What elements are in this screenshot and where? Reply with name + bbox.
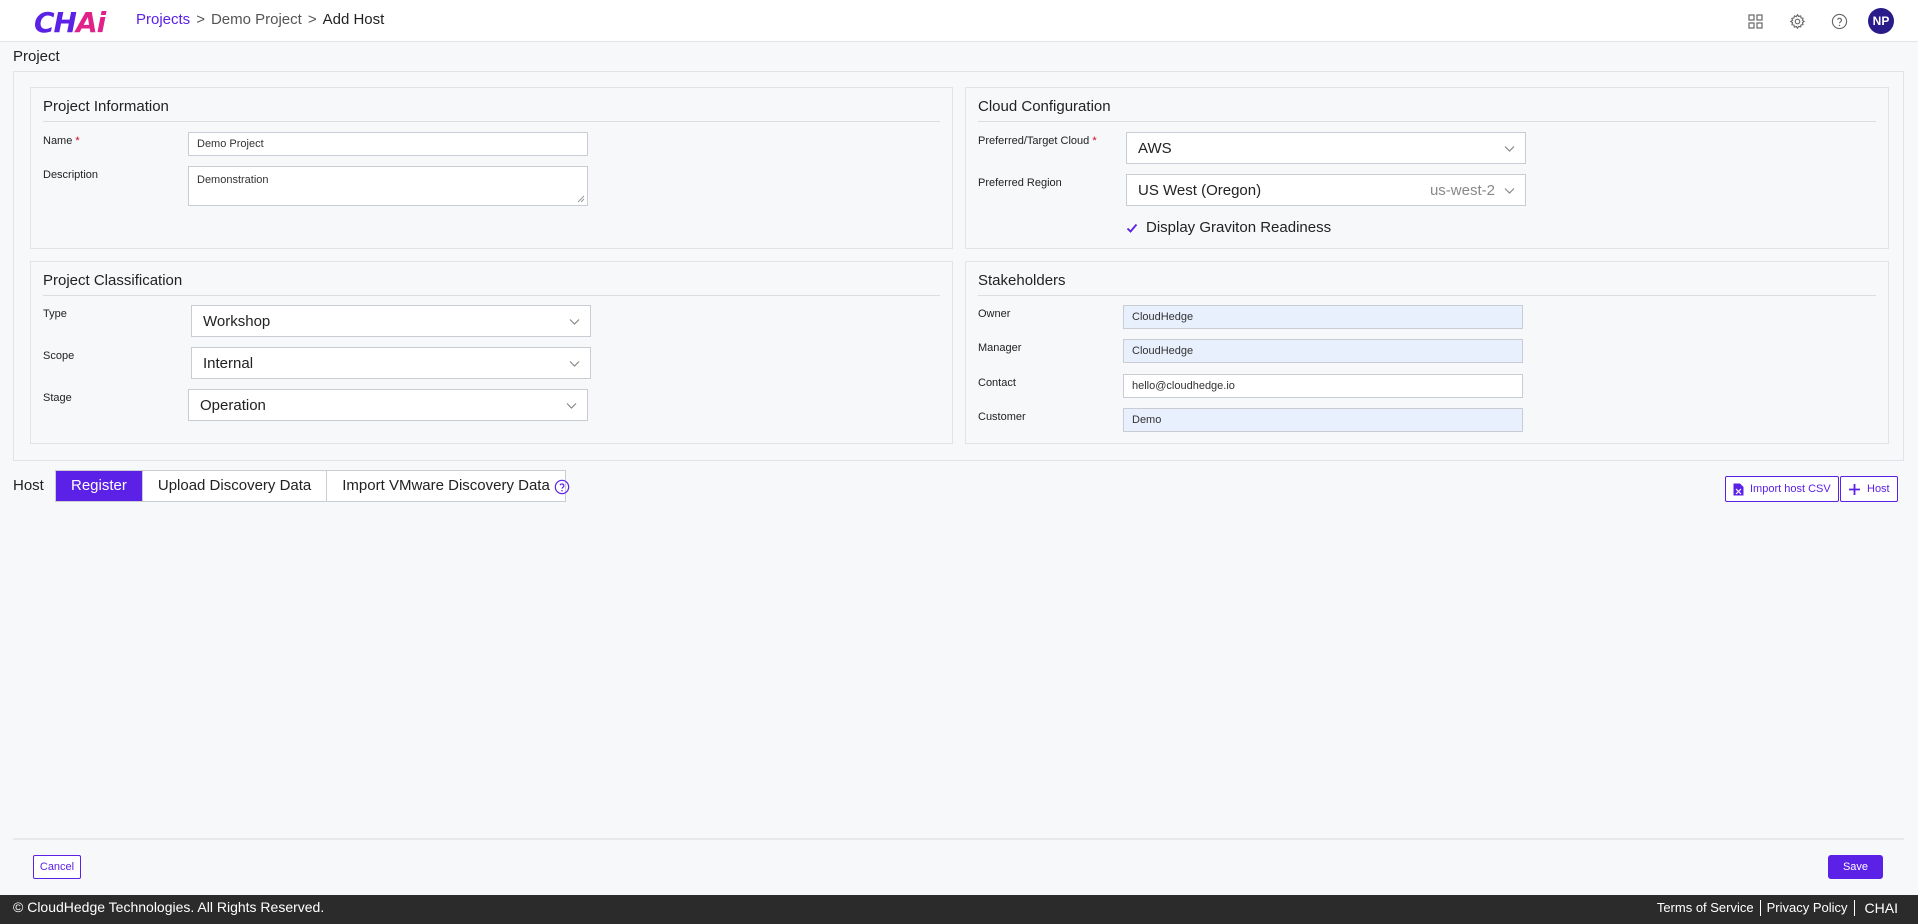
divider: [978, 121, 1876, 122]
chevron-down-icon: [1504, 188, 1515, 194]
chevron-down-icon: [566, 403, 577, 409]
name-input[interactable]: Demo Project: [188, 132, 588, 156]
scope-label: Scope: [43, 350, 75, 362]
project-information-panel: Project Information Name * Demo Project …: [30, 87, 953, 249]
description-textarea[interactable]: Demonstration: [188, 166, 588, 206]
project-section: Project Information Name * Demo Project …: [13, 71, 1904, 461]
import-host-csv-button[interactable]: Import host CSV: [1725, 476, 1839, 502]
header-actions: NP: [1742, 8, 1894, 34]
divider: [43, 121, 940, 122]
help-icon[interactable]: [1826, 8, 1852, 34]
graviton-readiness-label: Display Graviton Readiness: [1146, 219, 1332, 236]
divider: [43, 295, 940, 296]
gear-icon[interactable]: [1784, 8, 1810, 34]
footer-links: Terms of Service Privacy Policy CHAI: [1651, 900, 1904, 916]
chevron-down-icon: [569, 319, 580, 325]
breadcrumb-separator: >: [307, 11, 317, 28]
contact-input[interactable]: hello@cloudhedge.io: [1123, 374, 1523, 398]
breadcrumb-demo-project[interactable]: Demo Project: [211, 11, 302, 28]
description-label: Description: [43, 169, 99, 181]
page-title: Project: [13, 48, 60, 65]
host-section-label: Host: [13, 477, 44, 494]
target-cloud-select[interactable]: AWS: [1126, 132, 1526, 164]
customer-label: Customer: [978, 411, 1026, 423]
region-value: US West (Oregon): [1138, 182, 1262, 199]
breadcrumb-current: Add Host: [322, 11, 385, 28]
bottom-bar: © CloudHedge Technologies. All Rights Re…: [0, 895, 1918, 924]
stakeholders-panel: Stakeholders Owner CloudHedge Manager Cl…: [965, 261, 1889, 444]
question-circle-icon[interactable]: [554, 479, 570, 498]
stage-label: Stage: [43, 392, 72, 404]
type-label: Type: [43, 308, 67, 320]
chevron-down-icon: [569, 361, 580, 367]
save-button[interactable]: Save: [1828, 855, 1883, 879]
manager-label: Manager: [978, 342, 1022, 354]
breadcrumb-separator: >: [196, 11, 205, 28]
target-cloud-label: Preferred/Target Cloud *: [978, 135, 1097, 147]
privacy-policy-link[interactable]: Privacy Policy: [1759, 900, 1854, 916]
scope-select[interactable]: Internal: [191, 347, 591, 379]
breadcrumb-projects[interactable]: Projects: [136, 11, 190, 28]
chai-logo[interactable]: CHAi: [34, 6, 106, 39]
preferred-region-select[interactable]: US West (Oregon) us-west-2: [1126, 174, 1526, 206]
user-avatar[interactable]: NP: [1868, 8, 1894, 34]
tab-import-vmware-discovery-data[interactable]: Import VMware Discovery Data: [327, 471, 565, 501]
type-select[interactable]: Workshop: [191, 305, 591, 337]
description-text: Demonstration: [197, 174, 269, 186]
footer-brand: CHAI: [1853, 900, 1904, 916]
host-tabs: Register Upload Discovery Data Import VM…: [55, 470, 566, 502]
resize-grip-icon[interactable]: [577, 195, 585, 203]
file-csv-icon: [1733, 483, 1744, 495]
terms-of-service-link[interactable]: Terms of Service: [1651, 900, 1760, 916]
apps-grid-icon[interactable]: [1742, 8, 1768, 34]
add-host-label: Host: [1867, 483, 1890, 495]
chevron-down-icon: [1504, 146, 1515, 152]
preferred-region-label: Preferred Region: [978, 177, 1062, 189]
cloud-configuration-panel: Cloud Configuration Preferred/Target Clo…: [965, 87, 1889, 249]
required-mark: *: [1092, 135, 1097, 147]
type-value: Workshop: [203, 313, 271, 330]
top-bar: CHAi Projects > Demo Project > Add Host …: [0, 0, 1918, 42]
graviton-readiness-checkbox[interactable]: Display Graviton Readiness: [1126, 219, 1331, 236]
breadcrumb: Projects > Demo Project > Add Host: [136, 11, 384, 28]
add-host-button[interactable]: Host: [1840, 476, 1898, 502]
name-label: Name *: [43, 135, 80, 147]
panel-title: Project Information: [43, 98, 169, 115]
stage-select[interactable]: Operation: [188, 389, 588, 421]
tab-register[interactable]: Register: [56, 471, 143, 501]
cancel-button[interactable]: Cancel: [33, 855, 81, 879]
plus-icon: [1849, 483, 1860, 495]
checkmark-icon: [1126, 223, 1138, 233]
panel-title: Cloud Configuration: [978, 98, 1111, 115]
scope-value: Internal: [203, 355, 254, 372]
target-cloud-value: AWS: [1138, 140, 1172, 157]
contact-label: Contact: [978, 377, 1016, 389]
stage-value: Operation: [200, 397, 266, 414]
required-mark: *: [75, 135, 80, 147]
copyright-text: © CloudHedge Technologies. All Rights Re…: [13, 899, 325, 915]
manager-input[interactable]: CloudHedge: [1123, 339, 1523, 363]
tab-upload-discovery-data[interactable]: Upload Discovery Data: [143, 471, 328, 501]
project-classification-panel: Project Classification Type Workshop Sco…: [30, 261, 953, 444]
owner-label: Owner: [978, 308, 1011, 320]
panel-title: Project Classification: [43, 272, 183, 289]
divider: [978, 295, 1876, 296]
owner-input[interactable]: CloudHedge: [1123, 305, 1523, 329]
customer-input[interactable]: Demo: [1123, 408, 1523, 432]
region-code: us-west-2: [1429, 182, 1495, 199]
import-host-csv-label: Import host CSV: [1750, 483, 1831, 495]
footer-divider: [13, 838, 1904, 840]
panel-title: Stakeholders: [978, 272, 1066, 289]
